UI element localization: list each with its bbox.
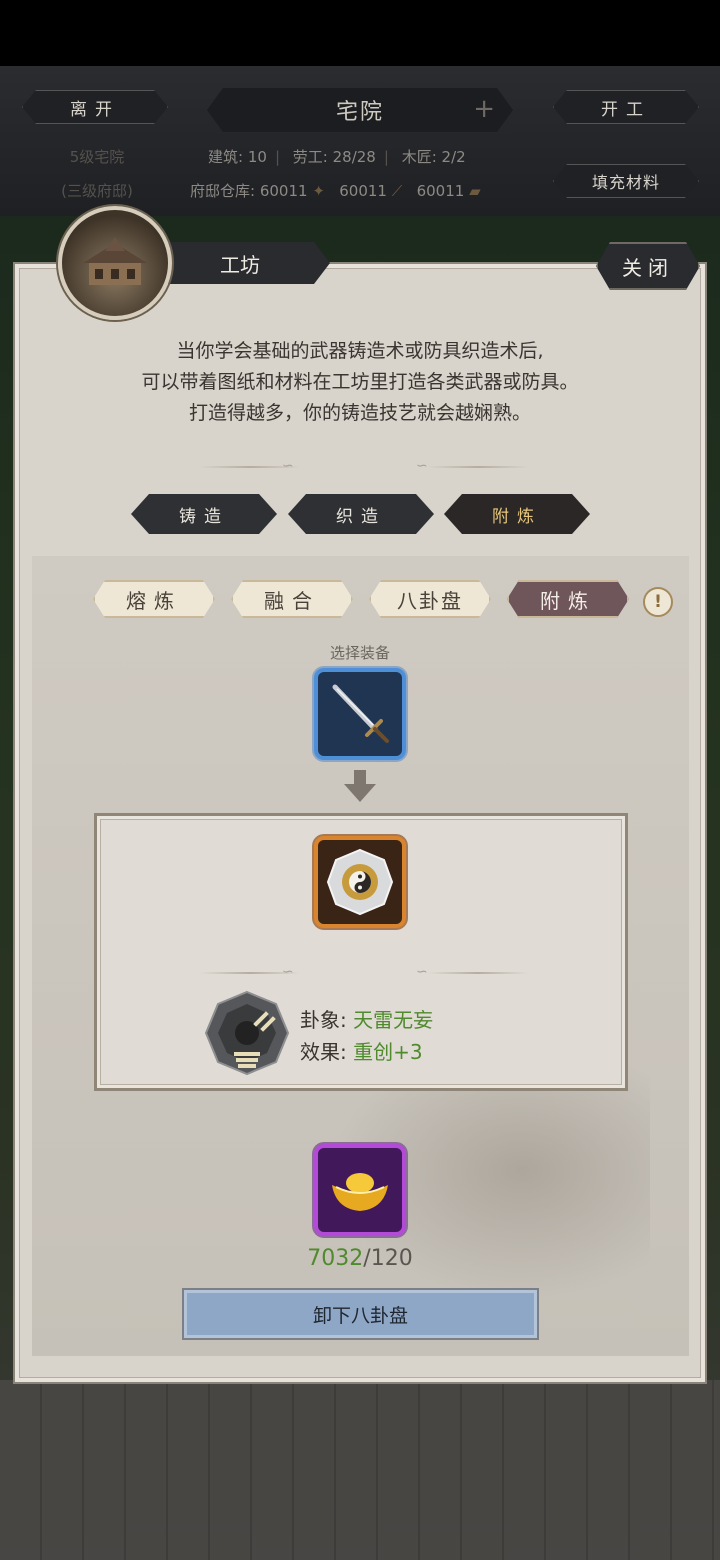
leave-button[interactable]: 离开 (22, 90, 168, 124)
trigram-row: 卦象: 天雷无妄 (300, 1004, 433, 1033)
cloth-icon: ▰ (469, 182, 481, 200)
description-line: 可以带着图纸和材料在工坊里打造各类武器或防具。 (141, 371, 579, 393)
carpenter-value: 2/2 (441, 148, 466, 166)
arrow-down-icon (344, 770, 376, 802)
close-button[interactable]: 关闭 (596, 242, 700, 290)
house-sublevel: (三级府邸) (61, 182, 133, 200)
labor-value: 28/28 (332, 148, 376, 166)
workshop-avatar (58, 206, 172, 320)
carpenter-label: 木匠: (401, 148, 437, 166)
title-text: 宅院 (335, 100, 384, 125)
select-equipment-label: 选择装备 (329, 644, 390, 662)
tab-forge[interactable]: 铸造 (131, 494, 277, 534)
description-line: 当你学会基础的武器铸造术或防具织造术后, (176, 340, 544, 362)
scene-floor (0, 1380, 720, 1560)
bagua-disc-slot[interactable] (314, 836, 406, 928)
material-icon: ✦ (312, 182, 325, 200)
storage-value-1: 60011 (259, 182, 308, 200)
labor-label: 劳工: (292, 148, 328, 166)
storage-value-3: 60011 (416, 182, 465, 200)
subtab-bagua[interactable]: 八卦盘 (369, 580, 491, 618)
subtab-enchant[interactable]: 附炼 (507, 580, 629, 618)
subtab-smelt[interactable]: 熔炼 (93, 580, 215, 618)
building-stat: 建筑: 10 | 劳工: 28/28 | 木匠: 2/2 (208, 148, 466, 166)
start-work-button[interactable]: 开工 (553, 90, 699, 124)
ornament: ∽ (282, 964, 294, 980)
page-title: 宅院 + (207, 88, 513, 132)
ornament: ∽ (282, 458, 294, 474)
effect-value: 重创+3 (353, 1040, 423, 1064)
sword-icon (332, 684, 389, 743)
divider (428, 972, 528, 974)
building-value: 10 (247, 148, 267, 166)
ornament: ∽ (416, 964, 428, 980)
cost-item-slot[interactable] (314, 1144, 406, 1236)
cost-have: 7032 (307, 1246, 364, 1271)
description-line: 打造得越多，你的铸造技艺就会越娴熟。 (188, 402, 531, 424)
house-level: 5级宅院 (69, 148, 125, 166)
unequip-bagua-button[interactable]: 卸下八卦盘 (182, 1288, 539, 1340)
ornament: ∽ (416, 458, 428, 474)
tab-weave[interactable]: 织造 (288, 494, 434, 534)
top-bar: 离开 宅院 + 开工 5级宅院 建筑: 10 | 劳工: 28/28 | 木匠: 2… (0, 66, 720, 216)
tool-icon: ⟋ (391, 182, 403, 200)
status-bar (0, 0, 720, 66)
bagua-trigram-icon (204, 990, 290, 1076)
plus-icon[interactable]: + (473, 94, 497, 124)
bagua-disc-icon (326, 848, 394, 916)
storage-value-2: 60011 (339, 182, 387, 200)
effect-label: 效果: (300, 1040, 347, 1064)
storage-label: 府邸仓库: (190, 182, 256, 200)
tab-enchant[interactable]: 附炼 (444, 494, 590, 534)
info-icon[interactable]: ! (643, 587, 673, 617)
cost-need: /120 (363, 1246, 413, 1271)
trigram-value: 天雷无妄 (353, 1008, 434, 1032)
workshop-description: 当你学会基础的武器铸造术或防具织造术后, 可以带着图纸和材料在工坊里打造各类武器… (40, 336, 680, 429)
trigram-label: 卦象: (300, 1008, 347, 1032)
building-label: 建筑: (208, 148, 244, 166)
equipment-slot[interactable] (314, 668, 406, 760)
gold-ingot-icon (332, 1173, 388, 1211)
cost-amount: 7032/120 (260, 1246, 460, 1271)
storage-stat: 府邸仓库: 60011 ✦ 60011 ⟋ 60011 ▰ (190, 180, 481, 201)
fill-materials-button[interactable]: 填充材料 (553, 164, 699, 198)
effect-row: 效果: 重创+3 (300, 1036, 423, 1065)
subtab-fuse[interactable]: 融合 (231, 580, 353, 618)
divider (428, 466, 528, 468)
panel-title: 工坊 (150, 242, 330, 284)
